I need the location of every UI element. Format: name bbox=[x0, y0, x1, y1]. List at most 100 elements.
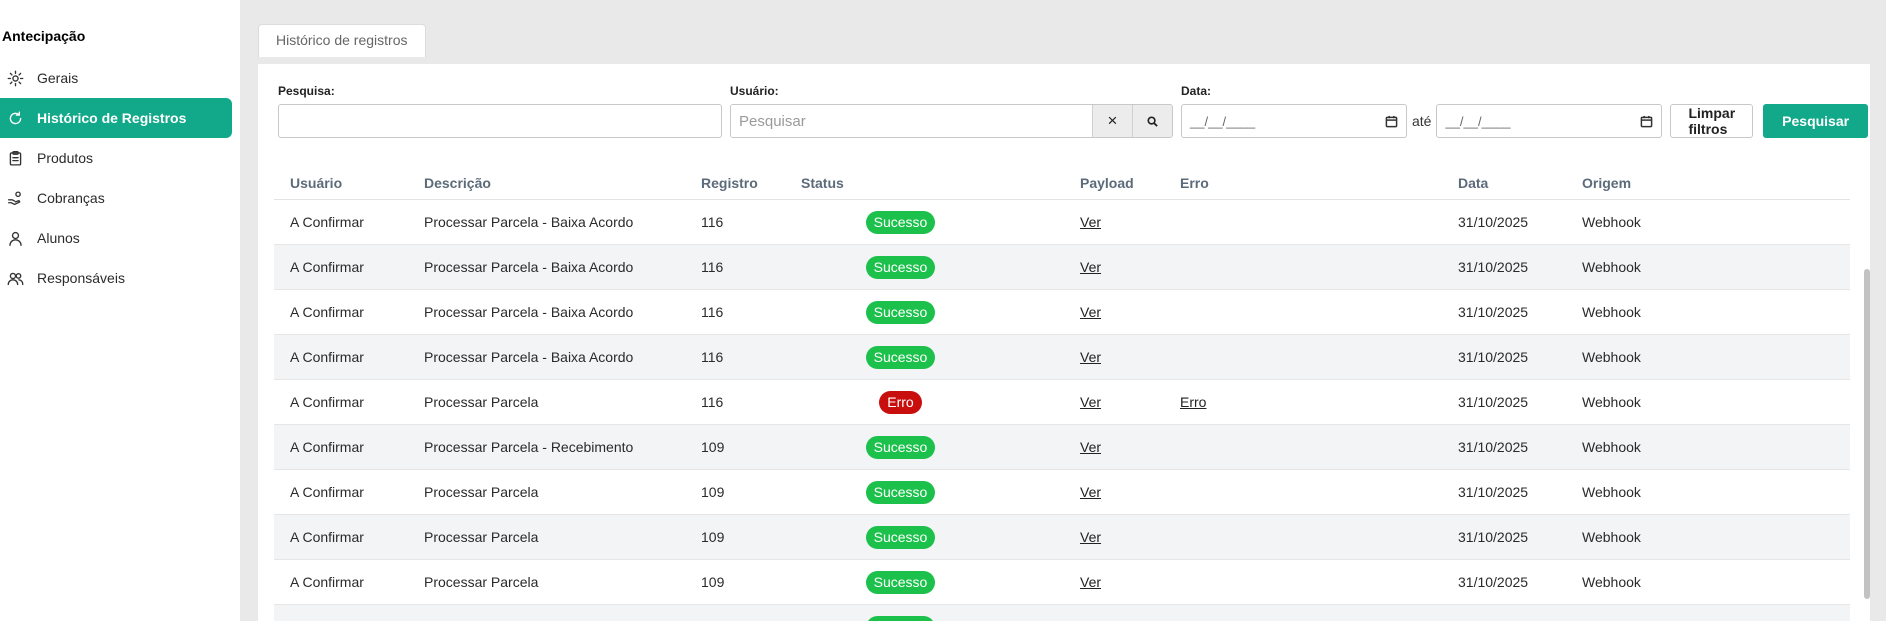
cell-origin: Webhook bbox=[1582, 484, 1722, 500]
cell-date-value: 31/10/2025 bbox=[1458, 214, 1529, 230]
header-date[interactable]: Data bbox=[1458, 175, 1582, 191]
cell-payload: Ver bbox=[1080, 394, 1180, 410]
cell-payload-value[interactable]: Ver bbox=[1080, 484, 1101, 500]
cell-date-value: 31/10/2025 bbox=[1458, 484, 1529, 500]
cell-payload: Ver bbox=[1080, 484, 1180, 500]
header-error[interactable]: Erro bbox=[1180, 175, 1458, 191]
table-body: A Confirmar Processar Parcela - Baixa Aco… bbox=[274, 200, 1850, 621]
clear-filters-button[interactable]: Limpar filtros bbox=[1670, 104, 1754, 138]
cell-origin: Webhook bbox=[1582, 529, 1722, 545]
cell-reg-value: 109 bbox=[701, 484, 725, 500]
cell-payload-value[interactable]: Ver bbox=[1080, 439, 1101, 455]
cell-user-value: A Confirmar bbox=[290, 259, 364, 275]
cell-desc-value: Processar Parcela - Recebimento bbox=[424, 439, 634, 455]
cell-reg: 116 bbox=[701, 214, 801, 230]
cell-date: 31/10/2025 bbox=[1458, 529, 1582, 545]
users-icon bbox=[6, 269, 24, 287]
cell-desc-value: Processar Parcela bbox=[424, 529, 539, 545]
cell-reg-value: 116 bbox=[701, 214, 724, 230]
search-label: Pesquisa: bbox=[278, 84, 335, 98]
cell-payload-value[interactable]: Ver bbox=[1080, 529, 1101, 545]
cell-user: A Confirmar bbox=[274, 439, 424, 455]
cell-payload-value[interactable]: Ver bbox=[1080, 214, 1101, 230]
cell-desc: Processar Parcela bbox=[424, 574, 701, 590]
sidebar-item-gerais[interactable]: Gerais bbox=[0, 58, 232, 98]
cell-desc-value: Processar Parcela bbox=[424, 484, 539, 500]
cell-error-value[interactable]: Erro bbox=[1180, 394, 1206, 410]
cell-date-value: 31/10/2025 bbox=[1458, 574, 1529, 590]
cell-payload: Ver bbox=[1080, 304, 1180, 320]
sidebar-item-label: Histórico de Registros bbox=[37, 110, 187, 126]
date-to-input[interactable]: __/__/____ bbox=[1436, 104, 1663, 138]
table-row: A Confirmar Processar Parcela - Baixa Aco… bbox=[274, 290, 1850, 335]
cell-payload: Ver bbox=[1080, 349, 1180, 365]
search-button[interactable]: Pesquisar bbox=[1763, 104, 1869, 138]
sidebar-item-cobrancas[interactable]: Cobranças bbox=[0, 178, 232, 218]
user-search-button[interactable] bbox=[1132, 105, 1172, 137]
cell-payload-value[interactable]: Ver bbox=[1080, 394, 1101, 410]
content-panel: Pesquisa: Usuário: × bbox=[258, 64, 1870, 621]
cell-desc-value: Processar Parcela - Baixa Acordo bbox=[424, 259, 634, 275]
cell-reg-value: 116 bbox=[701, 259, 724, 275]
cell-origin-value: Webhook bbox=[1582, 529, 1641, 545]
cell-date-value: 31/10/2025 bbox=[1458, 439, 1529, 455]
header-user[interactable]: Usuário bbox=[274, 175, 424, 191]
header-origin[interactable]: Origem bbox=[1582, 175, 1722, 191]
header-payload[interactable]: Payload bbox=[1080, 175, 1180, 191]
cell-payload-value[interactable]: Ver bbox=[1080, 259, 1101, 275]
cell-date: 31/10/2025 bbox=[1458, 349, 1582, 365]
cell-payload-value[interactable]: Ver bbox=[1080, 304, 1101, 320]
cell-desc-value: Processar Parcela bbox=[424, 574, 539, 590]
hand-coins-icon bbox=[6, 189, 24, 207]
cell-origin-value: Webhook bbox=[1582, 259, 1641, 275]
user-search-input[interactable] bbox=[731, 105, 1092, 137]
cell-desc-value: Processar Parcela bbox=[424, 394, 539, 410]
clear-user-button[interactable]: × bbox=[1092, 105, 1132, 137]
cell-origin-value: Webhook bbox=[1582, 394, 1641, 410]
cell-origin: Webhook bbox=[1582, 214, 1722, 230]
tab-historico[interactable]: Histórico de registros bbox=[258, 24, 426, 57]
filters-bar: Pesquisa: Usuário: × bbox=[278, 84, 1869, 138]
cell-origin-value: Webhook bbox=[1582, 304, 1641, 320]
cell-origin: Webhook bbox=[1582, 574, 1722, 590]
cell-reg: 116 bbox=[701, 349, 801, 365]
calendar-icon bbox=[1385, 115, 1398, 127]
cell-user: A Confirmar bbox=[274, 529, 424, 545]
cell-error: Erro bbox=[1180, 394, 1458, 410]
search-input[interactable] bbox=[278, 104, 722, 138]
sidebar-item-responsaveis[interactable]: Responsáveis bbox=[0, 258, 232, 298]
cell-user: A Confirmar bbox=[274, 259, 424, 275]
cell-reg: 109 bbox=[701, 439, 801, 455]
cell-origin-value: Webhook bbox=[1582, 214, 1641, 230]
table-row: A Confirmar Processar Parcela - Baixa Aco… bbox=[274, 335, 1850, 380]
cell-user-value: A Confirmar bbox=[290, 304, 364, 320]
table-row: A Confirmar Processar Parcela 109 Sucesso Ve… bbox=[274, 470, 1850, 515]
sidebar-item-produtos[interactable]: Produtos bbox=[0, 138, 232, 178]
cell-date: 31/10/2025 bbox=[1458, 214, 1582, 230]
table-row: Sucesso bbox=[274, 605, 1850, 621]
cell-status-value: Sucesso bbox=[865, 615, 936, 621]
cell-status-value: Sucesso bbox=[865, 435, 936, 459]
cell-payload-value[interactable]: Ver bbox=[1080, 574, 1101, 590]
sidebar-item-alunos[interactable]: Alunos bbox=[0, 218, 232, 258]
cell-desc: Processar Parcela - Baixa Acordo bbox=[424, 304, 701, 320]
table-scrollbar[interactable] bbox=[1864, 269, 1870, 599]
sidebar-item-historico-de-registros[interactable]: Histórico de Registros bbox=[0, 98, 232, 138]
cell-desc: Processar Parcela bbox=[424, 529, 701, 545]
date-separator: até bbox=[1412, 113, 1432, 129]
date-from-input[interactable]: __/__/____ bbox=[1181, 104, 1407, 138]
cell-payload-value[interactable]: Ver bbox=[1080, 349, 1101, 365]
cell-status: Erro bbox=[801, 390, 1080, 414]
header-reg[interactable]: Registro bbox=[701, 175, 801, 191]
cell-reg: 109 bbox=[701, 529, 801, 545]
cell-payload: Ver bbox=[1080, 529, 1180, 545]
cell-date: 31/10/2025 bbox=[1458, 484, 1582, 500]
header-status[interactable]: Status bbox=[801, 175, 1080, 191]
cell-desc-value: Processar Parcela - Baixa Acordo bbox=[424, 214, 634, 230]
cell-reg: 116 bbox=[701, 259, 801, 275]
cell-user: A Confirmar bbox=[274, 214, 424, 230]
cell-user: A Confirmar bbox=[274, 484, 424, 500]
cell-desc-value: Processar Parcela - Baixa Acordo bbox=[424, 304, 634, 320]
header-desc[interactable]: Descrição bbox=[424, 175, 701, 191]
cell-date-value: 31/10/2025 bbox=[1458, 259, 1529, 275]
